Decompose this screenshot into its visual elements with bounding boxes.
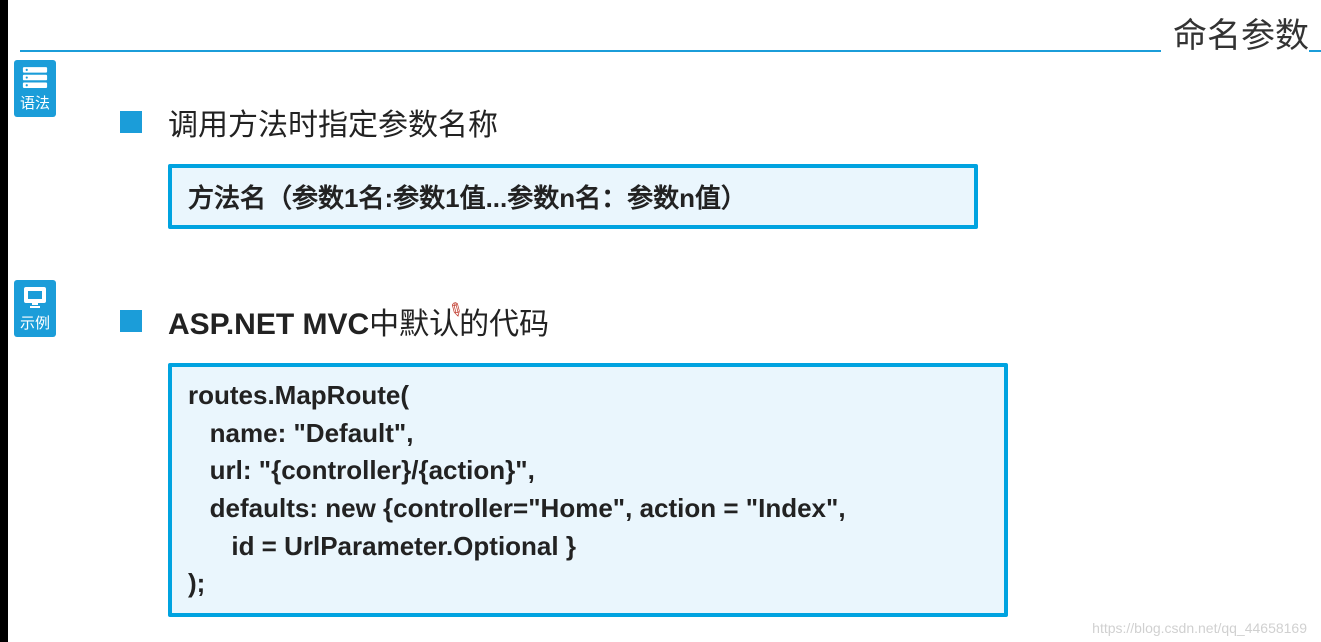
syntax-box: 方法名（参数1名:参数1值...参数n名：参数n值） xyxy=(168,164,978,229)
server-icon xyxy=(21,66,49,88)
sidebar-tab-example: 示例 xyxy=(14,280,56,337)
sidebar-tab-syntax: 语法 xyxy=(14,60,56,117)
bullet-icon xyxy=(120,111,142,133)
section-2-heading-text: ASP.NET MVC中默认的代码 xyxy=(168,299,549,343)
sidebar-example-label: 示例 xyxy=(14,312,56,333)
watermark: https://blog.csdn.net/qq_44658169 xyxy=(1092,620,1307,636)
monitor-icon xyxy=(21,286,49,308)
heading-bold-part: ASP.NET MVC xyxy=(168,308,369,341)
bullet-icon xyxy=(120,310,142,332)
section-1-heading: 调用方法时指定参数名称 xyxy=(120,100,1140,144)
page-title: 命名参数 xyxy=(1161,8,1309,57)
left-border xyxy=(0,0,8,642)
section-1-heading-text: 调用方法时指定参数名称 xyxy=(168,100,498,144)
sidebar-syntax-label: 语法 xyxy=(14,92,56,113)
section-2-heading: ASP.NET MVC中默认的代码 xyxy=(120,299,1140,343)
title-rule xyxy=(20,50,1321,52)
code-box: routes.MapRoute( name: "Default", url: "… xyxy=(168,363,1008,617)
syntax-text: 方法名（参数1名:参数1值...参数n名：参数n值） xyxy=(188,183,747,213)
